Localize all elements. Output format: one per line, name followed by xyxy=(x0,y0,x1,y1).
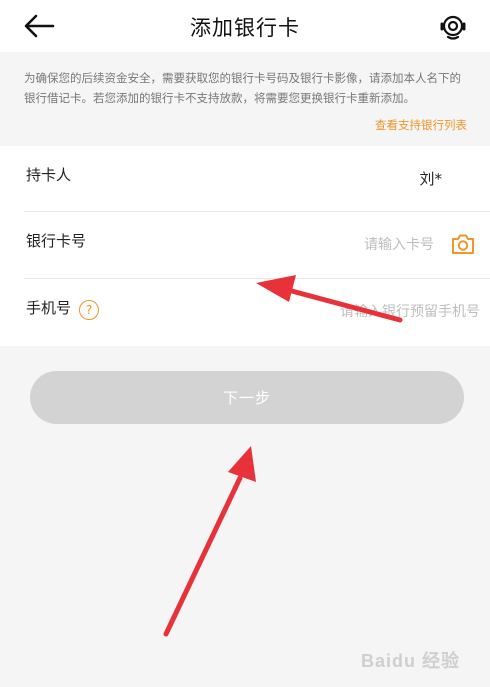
top-bar: 添加银行卡 xyxy=(0,0,490,52)
card-number-label: 银行卡号 xyxy=(26,232,87,250)
cardholder-label: 持卡人 xyxy=(26,166,72,184)
bank-card-form: 持卡人 刘* 银行卡号 手机号 ? xyxy=(0,146,490,346)
phone-input[interactable] xyxy=(240,301,480,323)
supported-banks-link[interactable]: 查看支持银行列表 xyxy=(375,117,467,133)
phone-row: 手机号 ? xyxy=(0,279,490,345)
camera-icon[interactable] xyxy=(450,232,476,256)
customer-service-icon[interactable] xyxy=(438,12,468,42)
next-step-button[interactable]: 下一步 xyxy=(30,371,464,424)
cardholder-name: 刘* xyxy=(419,170,442,188)
card-number-input[interactable] xyxy=(214,234,434,256)
cardholder-row: 持卡人 刘* xyxy=(0,146,490,212)
page-title: 添加银行卡 xyxy=(190,16,300,40)
card-number-row: 银行卡号 xyxy=(0,212,490,278)
phone-label: 手机号 xyxy=(26,299,72,317)
security-notice: 为确保您的后续资金安全，需要获取您的银行卡号码及银行卡影像，请添加本人名下的银行… xyxy=(24,71,461,105)
annotation-arrow xyxy=(163,446,256,637)
help-icon[interactable]: ? xyxy=(79,300,99,320)
watermark: Baidu 经验 xyxy=(360,651,460,671)
